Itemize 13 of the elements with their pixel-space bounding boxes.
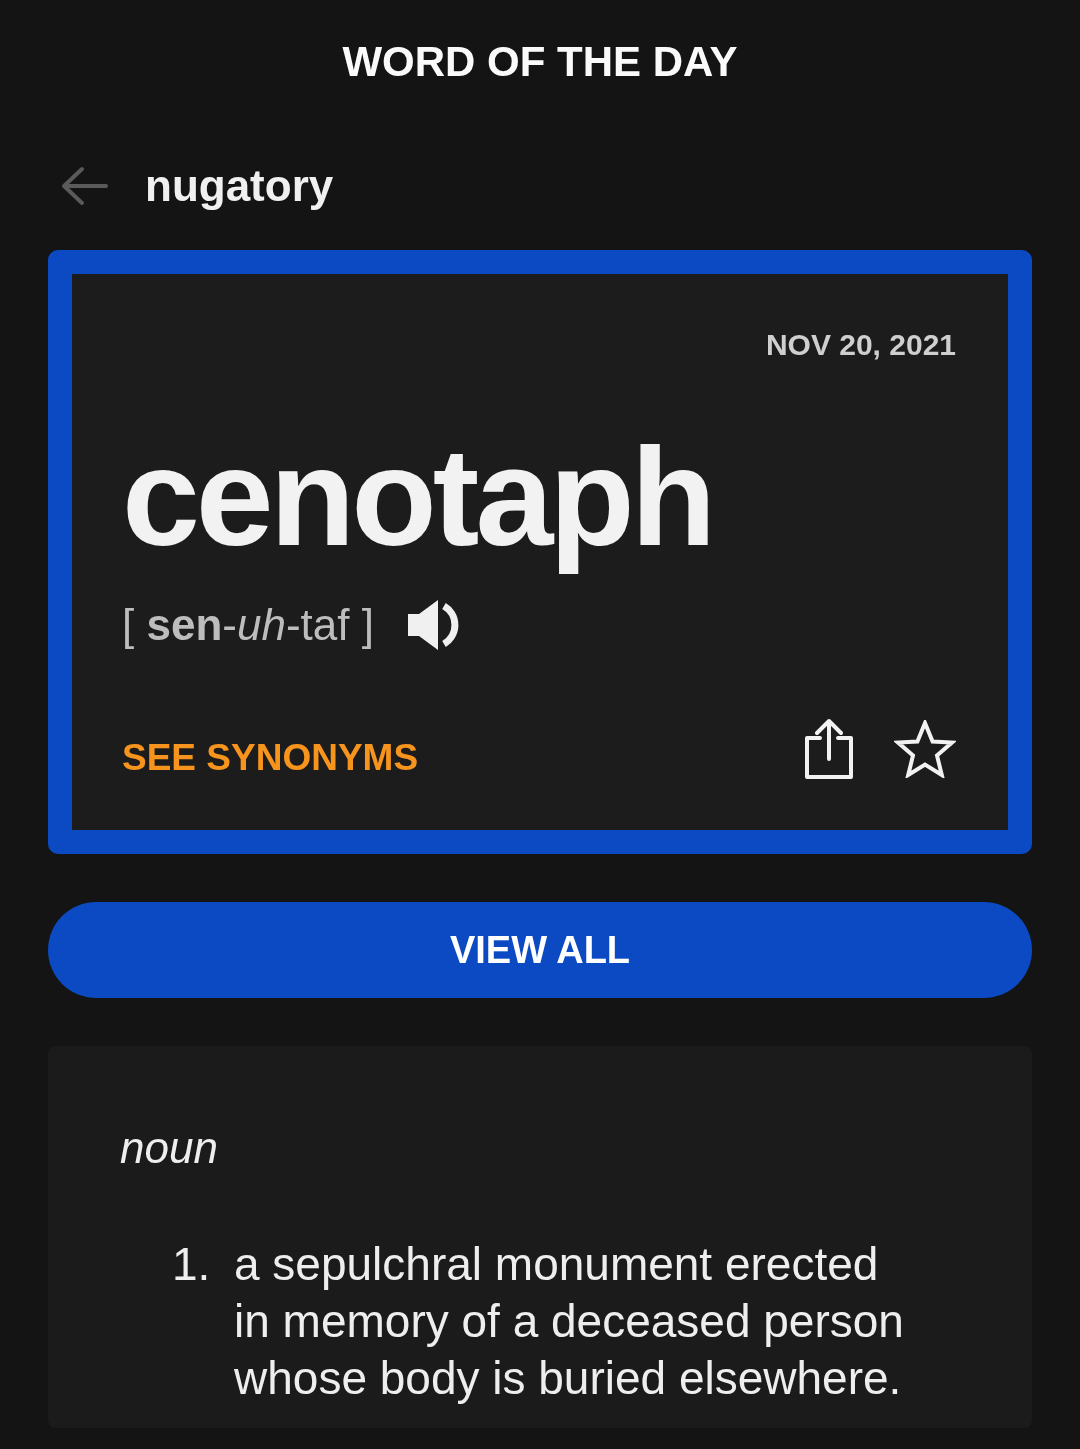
pronunciation: [ sen-uh-taf ] bbox=[122, 599, 374, 651]
star-icon[interactable] bbox=[894, 720, 956, 778]
share-icon[interactable] bbox=[804, 718, 854, 780]
date-label: NOV 20, 2021 bbox=[765, 327, 956, 363]
previous-word-title[interactable]: nugatory bbox=[145, 158, 334, 214]
headword: cenotaph bbox=[122, 417, 714, 577]
view-all-button[interactable]: VIEW ALL bbox=[48, 902, 1032, 998]
part-of-speech: noun bbox=[120, 1122, 218, 1174]
sense-number: 1. bbox=[172, 1237, 212, 1292]
back-arrow-icon[interactable] bbox=[60, 166, 108, 206]
see-synonyms-link[interactable]: SEE SYNONYMS bbox=[122, 736, 419, 780]
page-title: WORD OF THE DAY bbox=[342, 37, 738, 87]
definition-text: a sepulchral monument erected in memory of a deceased person whose body is buried elsewhere. bbox=[234, 1237, 905, 1406]
